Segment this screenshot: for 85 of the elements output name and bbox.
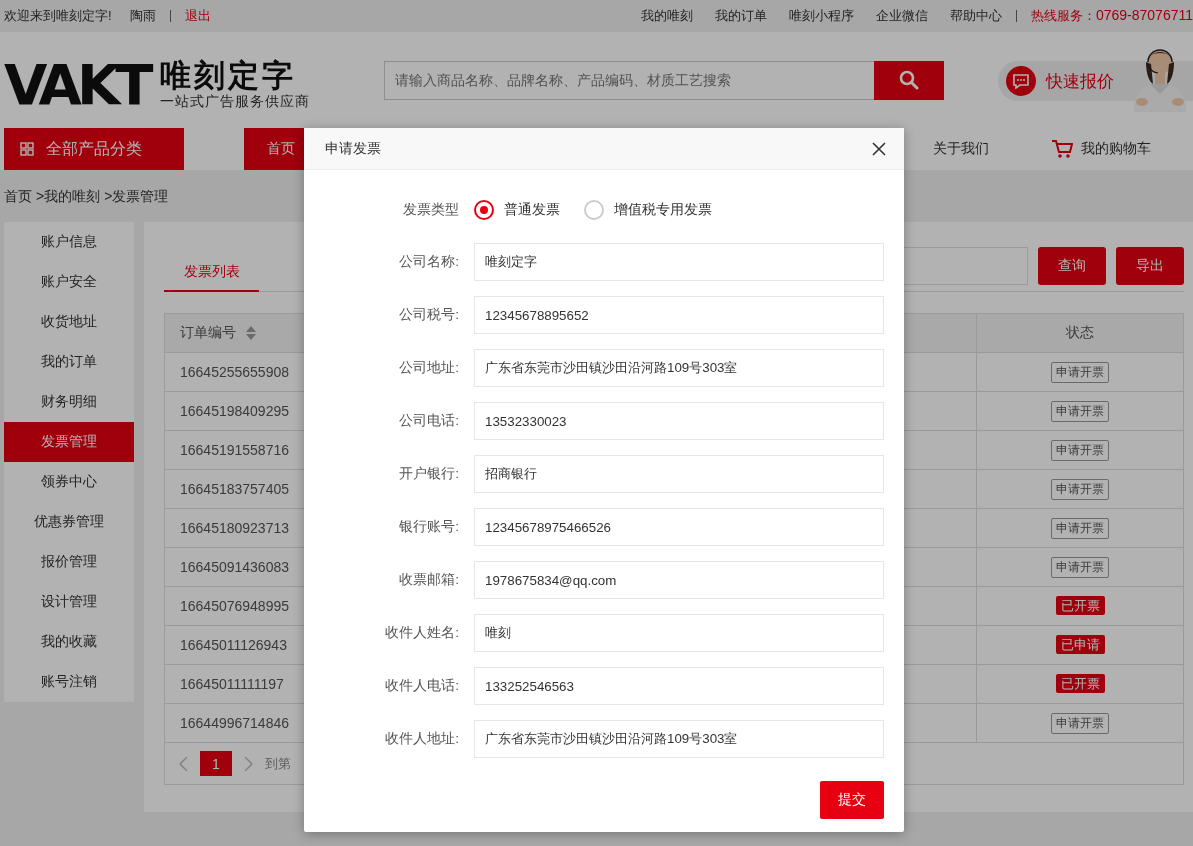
field-label: 开户银行: [398,465,459,483]
top-link[interactable]: 企业微信 [875,7,928,25]
field-label: 收件人电话: [384,677,459,695]
sidebar-item[interactable]: 账户安全 [4,262,134,302]
top-link[interactable]: 我的唯刻 [640,7,693,25]
input-field[interactable]: 133252546563 [474,667,884,705]
chevron-right-icon[interactable] [244,755,253,772]
username-link[interactable]: 陶雨 [129,7,156,25]
top-link[interactable]: 唯刻小程序 [788,7,854,25]
sidebar-item[interactable]: 收货地址 [4,302,134,342]
logo-mark: VAKT [4,57,149,113]
apply-invoice-button[interactable]: 申请开票 [1051,712,1109,734]
field-label: 公司名称: [398,253,459,271]
cart-icon [1051,139,1073,159]
field-label: 公司地址: [398,359,459,377]
cart-link[interactable]: 我的购物车 [1051,139,1151,159]
breadcrumb-link[interactable]: >发票管理 [104,188,169,206]
field-label: 收件人地址: [384,730,459,748]
top-link[interactable]: 我的订单 [714,7,767,25]
sidebar-item[interactable]: 账号注销 [4,662,134,702]
hotline-number: 0769-87076711 [1095,7,1193,25]
apply-invoice-button[interactable]: 申请开票 [1051,517,1109,539]
column-header: 状态 [1066,324,1094,340]
radio-button[interactable] [474,200,494,220]
hotline-label: 热线服务： [1030,7,1096,25]
field-label: 收件人姓名: [384,624,459,642]
input-field[interactable]: 广东省东莞市沙田镇沙田沿河路109号303室 [474,349,884,387]
field-label: 公司电话: [398,412,459,430]
field-label: 银行账号: [398,518,459,536]
search-field[interactable]: 请输入商品名称、品牌名称、产品编码、材质工艺搜索 [384,60,874,100]
search-button[interactable] [874,60,944,100]
logo-name: 唯刻定字 [160,58,298,94]
sort-icon[interactable] [246,326,256,340]
input-field[interactable]: 12345678975466526 [474,508,884,546]
apply-invoice-button[interactable]: 申请开票 [1051,478,1109,500]
search-icon [899,70,919,90]
breadcrumb-link[interactable]: >我的唯刻 [36,188,101,206]
field-label: 发票类型 [402,201,459,219]
logout-link[interactable]: 退出 [184,7,211,25]
sidebar-item[interactable]: 财务明细 [4,382,134,422]
field-label: 公司税号: [398,306,459,324]
field-label: 收票邮箱: [398,571,459,589]
dialog-title: 申请发票 [325,139,382,158]
toolbar-button[interactable]: 导出 [1116,247,1184,285]
input-field[interactable]: 唯刻 [474,614,884,652]
tab[interactable]: 发票列表 [164,250,259,292]
sidebar-item[interactable]: 领券中心 [4,462,134,502]
goto-label: 到第 [265,754,291,773]
apply-invoice-button[interactable]: 申请开票 [1051,361,1109,383]
submit-button[interactable]: 提交 [820,781,884,819]
close-icon [872,141,886,156]
apply-invoice-button[interactable]: 申请开票 [1051,439,1109,461]
input-field[interactable]: 唯刻定字 [474,243,884,281]
input-field[interactable]: 广东省东莞市沙田镇沙田沿河路109号303室 [474,720,884,758]
status-badge: 已开票 [1055,596,1105,615]
sidebar-item[interactable]: 我的收藏 [4,622,134,662]
breadcrumb-link[interactable]: 首页 [4,188,32,206]
category-button[interactable]: 全部产品分类 [4,128,184,170]
apply-invoice-button[interactable]: 申请开票 [1051,400,1109,422]
sidebar-item[interactable]: 发票管理 [4,422,134,462]
status-badge: 已申请 [1055,635,1105,654]
sidebar-item[interactable]: 优惠券管理 [4,502,134,542]
invoice-type-option[interactable]: 普通发票 [474,200,560,220]
close-button[interactable] [870,139,888,158]
welcome-text: 欢迎来到唯刻定字! [4,7,112,25]
sidebar-item[interactable]: 账户信息 [4,222,134,262]
sidebar-item[interactable]: 设计管理 [4,582,134,622]
status-badge: 已开票 [1055,674,1105,693]
page-number[interactable]: 1 [200,751,232,776]
chevron-left-icon[interactable] [179,755,188,772]
chat-icon [1006,66,1036,96]
apply-invoice-button[interactable]: 申请开票 [1051,556,1109,578]
input-field[interactable]: 13532330023 [474,402,884,440]
grid-icon [20,142,34,156]
top-link[interactable]: 帮助中心 [949,7,1002,25]
column-header: 订单编号 [180,324,236,342]
logo-slogan: 一站式广告服务供应商 [160,93,311,112]
input-field[interactable]: 1978675834@qq.com [474,561,884,599]
toolbar-button[interactable]: 查询 [1038,247,1106,285]
input-field[interactable]: 12345678895652 [474,296,884,334]
invoice-type-option[interactable]: 增值税专用发票 [584,200,712,220]
input-field[interactable]: 招商银行 [474,455,884,493]
nav-link[interactable]: 关于我们 [911,128,1011,170]
sidebar-item[interactable]: 报价管理 [4,542,134,582]
sidebar-item[interactable]: 我的订单 [4,342,134,382]
